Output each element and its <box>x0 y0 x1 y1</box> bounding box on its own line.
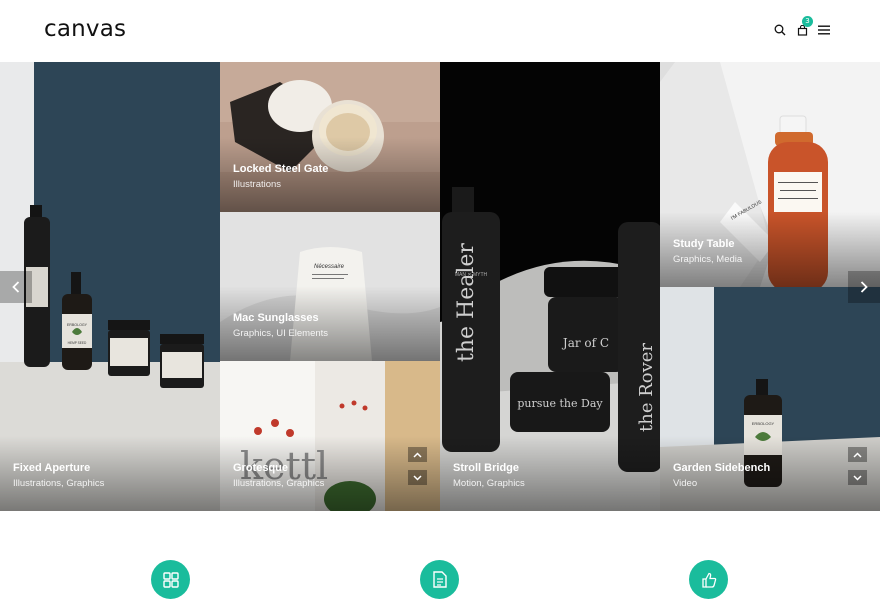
grid-icon <box>162 571 179 588</box>
feature-grid-badge <box>151 560 190 599</box>
chevron-up-icon <box>853 451 862 458</box>
portfolio-item-study-table[interactable]: I'M FABULOUS Study Table Graphics, Media <box>660 62 880 287</box>
svg-text:Nécessaire: Nécessaire <box>314 264 345 270</box>
portfolio-categories[interactable]: Illustrations, Graphics <box>233 478 324 489</box>
svg-text:ERBOLOGY: ERBOLOGY <box>67 323 88 327</box>
cart-button[interactable]: 3 <box>794 16 813 38</box>
portfolio-caption: Stroll Bridge Motion, Graphics <box>453 462 525 489</box>
portfolio-item-locked-steel-gate[interactable]: Locked Steel Gate Illustrations <box>220 62 440 212</box>
document-icon <box>432 571 447 588</box>
portfolio-title[interactable]: Mac Sunglasses <box>233 312 328 324</box>
portfolio-categories[interactable]: Motion, Graphics <box>453 478 525 489</box>
portfolio-title[interactable]: Study Table <box>673 238 742 250</box>
svg-text:the Rover: the Rover <box>636 343 657 432</box>
portfolio-title[interactable]: Fixed Aperture <box>13 462 104 474</box>
scroll-down-button[interactable] <box>408 470 427 485</box>
portfolio-item-garden-sidebench[interactable]: ERBOLOGY Garden Sidebench Video <box>660 287 880 511</box>
site-logo[interactable]: canvas <box>44 16 126 42</box>
portfolio-categories[interactable]: Graphics, UI Elements <box>233 328 328 339</box>
portfolio-title[interactable]: Grotesque <box>233 462 324 474</box>
portfolio-caption: Fixed Aperture Illustrations, Graphics <box>13 462 104 489</box>
portfolio-title[interactable]: Stroll Bridge <box>453 462 525 474</box>
portfolio-caption: Garden Sidebench Video <box>673 462 770 489</box>
portfolio-categories[interactable]: Illustrations, Graphics <box>13 478 104 489</box>
portfolio-item-fixed-aperture[interactable]: ERBOLOGY HEMP SEED Fixed Aperture Illust… <box>0 62 220 511</box>
chevron-left-icon <box>12 281 20 293</box>
scroll-up-button[interactable] <box>408 447 427 462</box>
portfolio-caption: Locked Steel Gate Illustrations <box>233 163 328 190</box>
portfolio-title[interactable]: Locked Steel Gate <box>233 163 328 175</box>
scroll-down-button[interactable] <box>848 470 867 485</box>
svg-text:MAN ✕ MYTH: MAN ✕ MYTH <box>455 272 488 278</box>
feature-thumbs-up-badge <box>689 560 728 599</box>
slider-next-button[interactable] <box>848 271 880 303</box>
portfolio-caption: Mac Sunglasses Graphics, UI Elements <box>233 312 328 339</box>
portfolio-item-grotesque[interactable]: kettl Grotesque Illustrations, Graphics <box>220 361 440 511</box>
svg-text:Jar of C: Jar of C <box>561 336 609 350</box>
features-section <box>0 511 880 599</box>
search-icon[interactable] <box>772 22 788 38</box>
portfolio-item-mac-sunglasses[interactable]: Nécessaire Mac Sunglasses Graphics, UI E… <box>220 212 440 361</box>
feature-document-badge <box>420 560 459 599</box>
thumbs-up-icon <box>701 572 716 588</box>
site-header: canvas 3 <box>0 0 880 62</box>
portfolio-caption: Grotesque Illustrations, Graphics <box>233 462 324 489</box>
portfolio-categories[interactable]: Video <box>673 478 770 489</box>
portfolio-categories[interactable]: Graphics, Media <box>673 254 742 265</box>
portfolio-categories[interactable]: Illustrations <box>233 179 328 190</box>
svg-text:HEMP SEED: HEMP SEED <box>68 341 87 345</box>
slider-prev-button[interactable] <box>0 271 32 303</box>
svg-text:ERBOLOGY: ERBOLOGY <box>752 421 775 426</box>
chevron-up-icon <box>413 451 422 458</box>
portfolio-gallery: ERBOLOGY HEMP SEED Fixed Aperture Illust… <box>0 62 880 511</box>
chevron-right-icon <box>860 281 868 293</box>
chevron-down-icon <box>853 474 862 481</box>
cart-count-badge: 3 <box>802 16 813 27</box>
scroll-up-button[interactable] <box>848 447 867 462</box>
portfolio-item-stroll-bridge[interactable]: the Healer MAN ✕ MYTH Jar of C pursue th… <box>440 62 660 511</box>
chevron-down-icon <box>413 474 422 481</box>
portfolio-title[interactable]: Garden Sidebench <box>673 462 770 474</box>
menu-icon[interactable] <box>816 22 832 38</box>
svg-text:the Healer: the Healer <box>454 243 479 362</box>
svg-text:pursue the Day: pursue the Day <box>517 397 603 410</box>
portfolio-caption: Study Table Graphics, Media <box>673 238 742 265</box>
